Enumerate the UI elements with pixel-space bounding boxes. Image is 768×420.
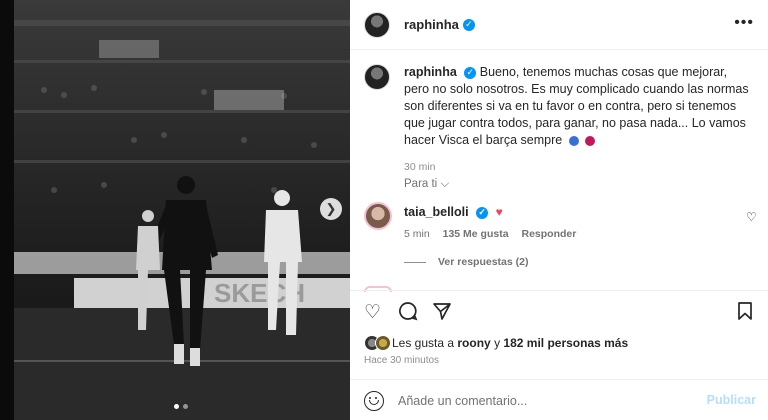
liker-avatars (364, 335, 391, 351)
commenter-avatar[interactable] (364, 202, 392, 230)
emoji-icon[interactable] (364, 390, 384, 411)
publish-button[interactable]: Publicar (707, 393, 756, 407)
comment-likes[interactable]: 135 Me gusta (443, 228, 509, 240)
football-photo: SKECH (14, 0, 350, 420)
action-bar: ♡ (364, 301, 754, 325)
post-header: raphinha ✓ ••• (350, 0, 768, 50)
view-replies-button[interactable]: Ver respuestas (2) (404, 256, 528, 268)
author-username[interactable]: raphinha (404, 17, 459, 32)
commenter-username[interactable]: taia_belloli (404, 205, 469, 219)
caption-time: 30 min (404, 161, 436, 173)
post-timestamp: Hace 30 minutos (364, 355, 440, 366)
post-image: SKECH ❯ (14, 0, 350, 420)
red-heart-emoji-icon: ♥ (495, 205, 503, 219)
liker-avatar (375, 335, 391, 351)
carousel-indicator (174, 404, 188, 409)
post-panel: raphinha ✓ ••• raphinha ✓ Bueno, tenemos… (350, 0, 768, 420)
verified-badge-icon: ✓ (476, 206, 489, 219)
comments-section: raphinha ✓ Bueno, tenemos muchas cosas q… (350, 50, 768, 292)
likes-connector: y (494, 336, 501, 350)
carousel-dot (183, 404, 188, 409)
likes-user[interactable]: roony (457, 336, 490, 350)
likes-summary[interactable]: Les gusta a roony y 182 mil personas más (364, 335, 628, 351)
caption-username[interactable]: raphinha (404, 65, 457, 79)
comment-input[interactable] (398, 393, 698, 408)
verified-badge-icon: ✓ (462, 18, 475, 31)
caption-body: raphinha ✓ Bueno, tenemos muchas cosas q… (404, 64, 750, 176)
comment-composer: Publicar (350, 379, 768, 420)
author-avatar[interactable] (364, 11, 390, 38)
reply-button[interactable]: Responder (521, 228, 576, 240)
caption: raphinha ✓ Bueno, tenemos muchas cosas q… (364, 64, 754, 176)
save-icon[interactable] (737, 301, 753, 328)
likes-others[interactable]: 182 mil personas más (503, 336, 628, 350)
more-horizontal-icon[interactable]: ••• (734, 14, 754, 32)
comment-time: 5 min (404, 228, 430, 240)
comment-filter-dropdown[interactable]: Para ti ⌵ (404, 178, 449, 191)
red-circle-emoji-icon (585, 135, 596, 146)
blue-circle-emoji-icon (568, 135, 579, 146)
like-comment-heart-icon[interactable]: ♡ (746, 210, 757, 224)
caption-avatar[interactable] (364, 64, 390, 90)
next-photo-button[interactable]: ❯ (320, 198, 342, 220)
comment-filter-label: Para ti (404, 178, 438, 190)
share-icon[interactable] (432, 301, 452, 328)
comment-icon[interactable] (398, 301, 418, 328)
carousel-dot (174, 404, 179, 409)
post-actions: ♡ Les gusta a roony y 182 mil personas m… (350, 290, 768, 420)
background-overlay (0, 0, 14, 420)
chevron-down-icon: ⌵ (440, 178, 450, 190)
verified-badge-icon: ✓ (464, 66, 477, 79)
likes-prefix: Les gusta a (392, 336, 455, 350)
heart-icon[interactable]: ♡ (364, 301, 381, 325)
